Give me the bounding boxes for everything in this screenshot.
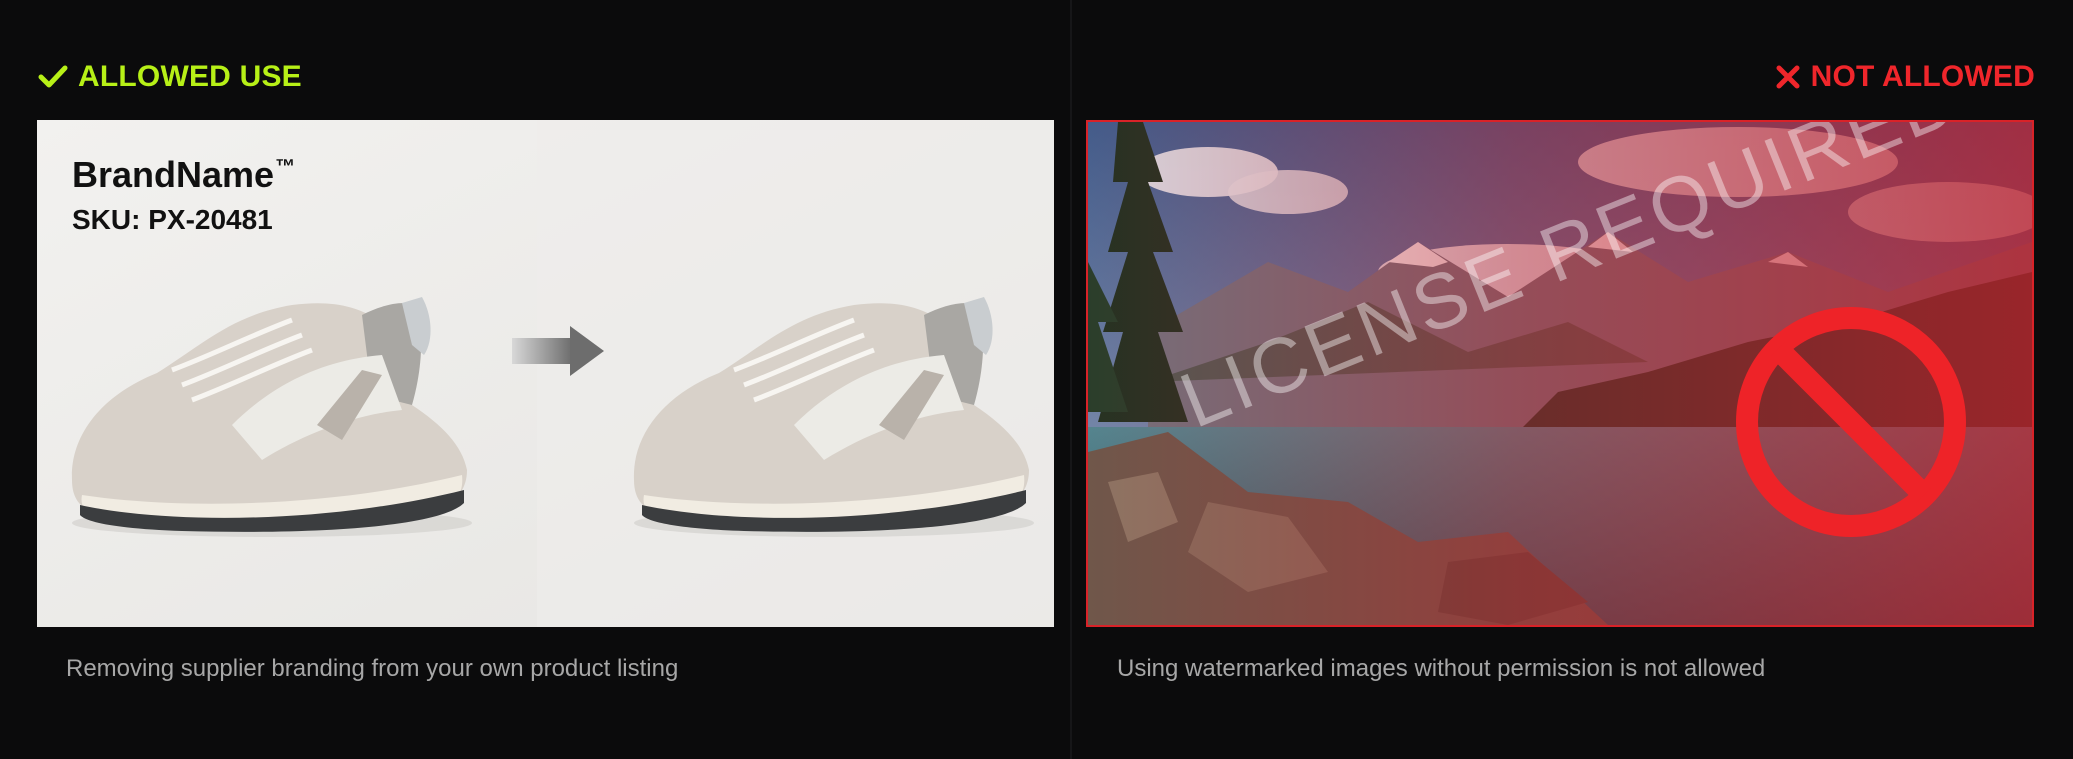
supplier-sku: SKU: PX-20481: [72, 204, 273, 235]
trademark-symbol: ™: [275, 156, 296, 178]
not-allowed-example-image: LICENSE REQUIRED: [1086, 120, 2034, 627]
allowed-panel: ALLOWED USE BrandName™ SKU: PX-20481 Rem…: [0, 0, 1070, 759]
allowed-heading: ALLOWED USE: [38, 60, 302, 94]
x-icon: [1776, 65, 1800, 89]
allowed-heading-label: ALLOWED USE: [78, 60, 302, 93]
not-allowed-heading: NOT ALLOWED: [1775, 60, 2035, 94]
not-allowed-caption: Using watermarked images without permiss…: [1117, 655, 1766, 682]
allowed-example-image: BrandName™ SKU: PX-20481: [37, 120, 1054, 627]
not-allowed-panel: NOT ALLOWED LICENSE REQUIRED Using water…: [1072, 0, 2073, 759]
supplier-brand-name: BrandName™: [72, 154, 296, 195]
not-allowed-heading-label: NOT ALLOWED: [1810, 60, 2035, 93]
check-icon: [38, 65, 68, 88]
allowed-caption: Removing supplier branding from your own…: [66, 655, 679, 682]
